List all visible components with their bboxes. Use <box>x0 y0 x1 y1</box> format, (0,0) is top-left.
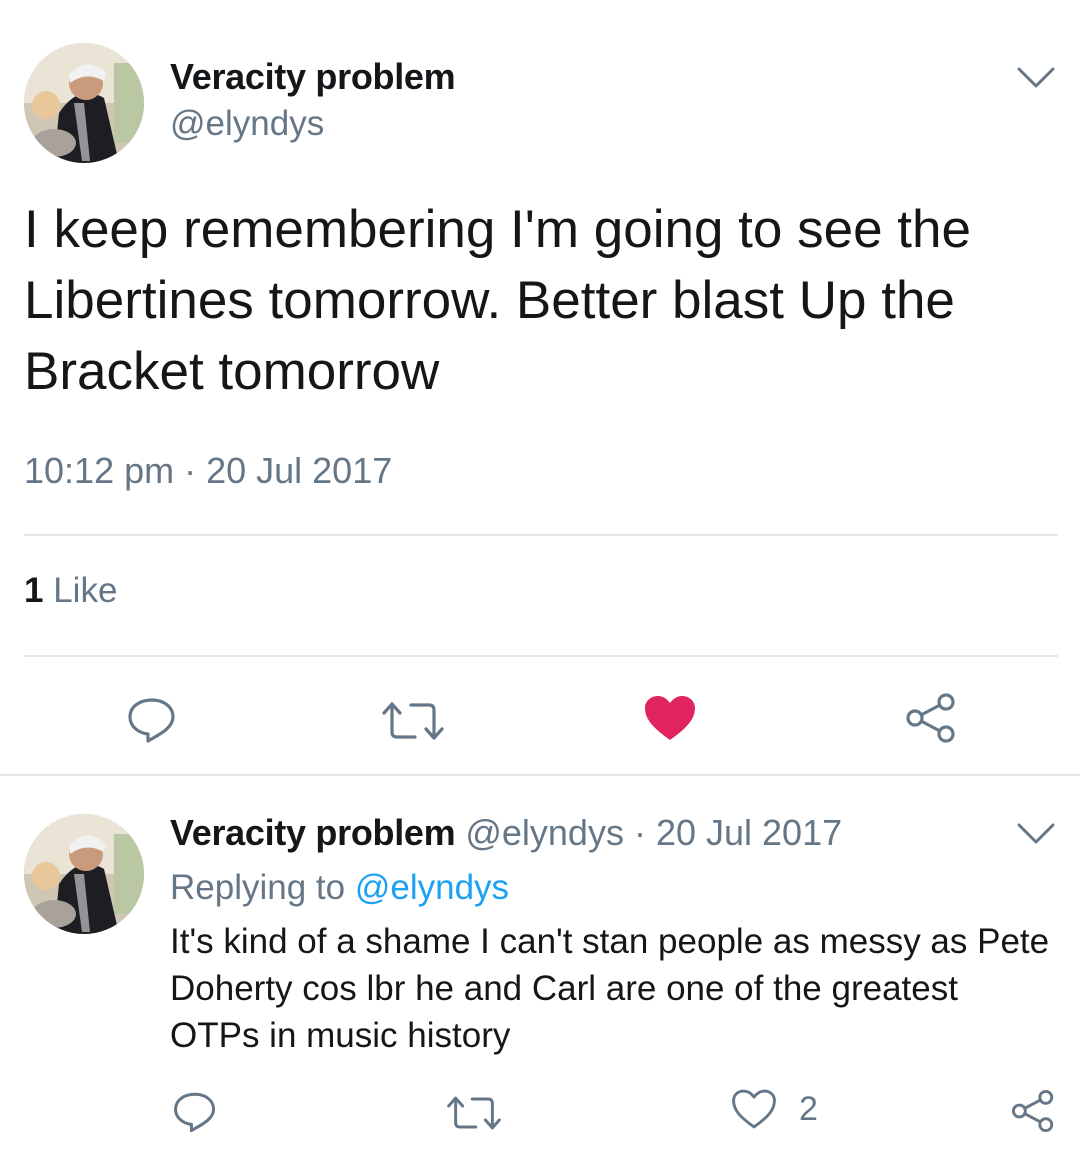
divider <box>24 534 1058 536</box>
share-button[interactable] <box>904 692 958 744</box>
more-options-button[interactable] <box>1016 66 1056 95</box>
tweet-text: I keep remembering I'm going to see the … <box>24 200 971 401</box>
avatar-image <box>24 814 144 934</box>
tweet-date[interactable]: · 20 Jul 2017 <box>634 812 842 853</box>
share-icon <box>906 693 955 743</box>
replying-mention-link[interactable]: @elyndys <box>355 868 509 907</box>
reply-button[interactable] <box>172 1090 218 1134</box>
share-button[interactable] <box>1010 1088 1056 1134</box>
retweet-button[interactable] <box>381 700 445 742</box>
like-count: 1 <box>24 571 44 610</box>
reply-button[interactable] <box>126 696 178 744</box>
author-name[interactable]: Veracity problem <box>170 812 456 853</box>
retweet-icon <box>447 1096 501 1130</box>
reply-icon <box>174 1092 216 1133</box>
chevron-down-icon <box>1017 823 1055 844</box>
tweet-timestamp[interactable]: 10:12 pm · 20 Jul 2017 <box>24 450 392 492</box>
likes-summary[interactable]: 1 Like <box>24 571 117 611</box>
like-button[interactable] <box>643 694 697 742</box>
tweet-text: It's kind of a shame I can't stan people… <box>170 922 1050 1055</box>
avatar[interactable] <box>24 43 144 163</box>
heart-filled-icon <box>645 696 695 740</box>
chevron-down-icon <box>1017 67 1055 88</box>
like-count: 2 <box>799 1089 818 1128</box>
avatar-image <box>24 43 144 163</box>
retweet-icon <box>382 702 444 740</box>
like-button[interactable]: 2 <box>731 1088 818 1130</box>
divider <box>0 774 1080 776</box>
reply-header: Veracity problem @elyndys · 20 Jul 2017 <box>170 812 842 854</box>
more-options-button[interactable] <box>1016 822 1056 851</box>
divider <box>24 655 1058 657</box>
replying-prefix: Replying to <box>170 868 346 907</box>
avatar[interactable] <box>24 814 144 934</box>
author-name[interactable]: Veracity problem <box>170 56 456 98</box>
replying-to: Replying to @elyndys <box>170 868 509 908</box>
like-label: Like <box>53 571 118 610</box>
heart-outline-icon <box>732 1089 776 1129</box>
reply-icon <box>128 698 175 743</box>
author-handle[interactable]: @elyndys <box>170 104 324 144</box>
author-handle[interactable]: @elyndys <box>465 812 624 853</box>
retweet-button[interactable] <box>446 1094 502 1132</box>
share-icon <box>1011 1089 1054 1133</box>
